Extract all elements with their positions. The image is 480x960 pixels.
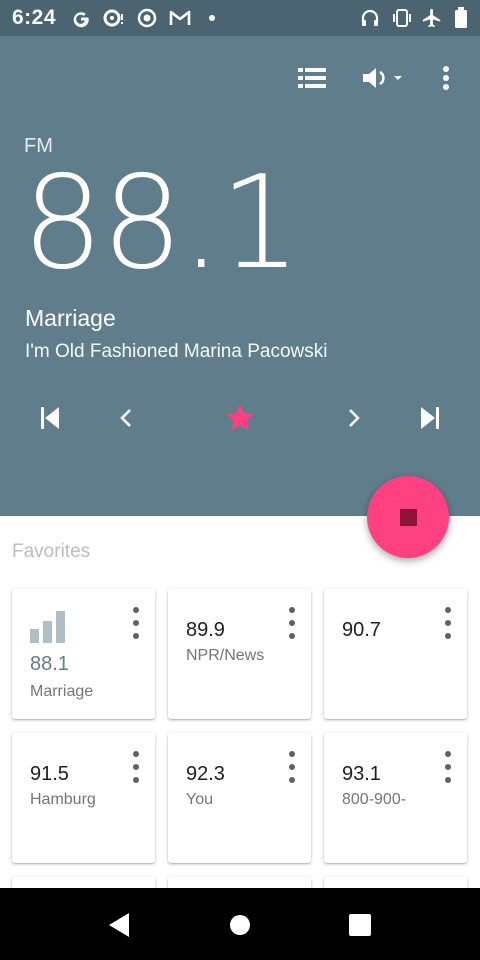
favorite-name: 800-900- — [342, 791, 407, 808]
favorite-card[interactable]: 89.9 NPR/News — [168, 589, 311, 719]
favorite-star-icon[interactable] — [218, 396, 262, 440]
navigation-bar — [0, 888, 480, 960]
current-frequency: 88.1 — [22, 149, 301, 298]
card-overflow-icon[interactable] — [287, 607, 297, 639]
now-playing-text: I'm Old Fashioned Marina Pacowski — [25, 341, 328, 362]
favorite-name: You — [186, 791, 213, 808]
favorite-frequency: 88.1 — [30, 653, 69, 675]
vibrate-icon — [390, 7, 414, 29]
stop-icon — [399, 508, 417, 526]
favorite-card[interactable]: 88.1 Marriage — [12, 589, 155, 719]
skip-previous-icon[interactable] — [28, 396, 72, 440]
favorite-card[interactable]: 92.3 You — [168, 733, 311, 863]
overflow-menu-icon[interactable] — [434, 62, 458, 94]
gmail-icon — [168, 7, 192, 29]
home-icon[interactable] — [223, 908, 257, 942]
camera-notification-icon — [103, 7, 125, 29]
target-icon — [136, 7, 158, 29]
favorites-title: Favorites — [12, 541, 91, 562]
speaker-output-icon[interactable] — [360, 62, 406, 94]
favorite-card[interactable]: 93.1 800-900- — [324, 733, 467, 863]
favorite-frequency: 90.7 — [342, 619, 381, 641]
favorite-frequency: 93.1 — [342, 763, 381, 785]
card-overflow-icon[interactable] — [131, 607, 141, 639]
card-overflow-icon[interactable] — [443, 607, 453, 639]
battery-icon — [453, 7, 469, 29]
dot-icon — [207, 7, 217, 29]
station-list-icon[interactable] — [296, 62, 328, 94]
now-playing-panel: FM 88.1 Marriage I'm Old Fashioned Marin… — [0, 36, 480, 516]
stop-button[interactable] — [367, 476, 449, 558]
favorite-frequency: 91.5 — [30, 763, 69, 785]
favorite-name: NPR/News — [186, 647, 265, 664]
favorite-frequency: 92.3 — [186, 763, 225, 785]
airplane-mode-icon — [421, 7, 443, 29]
skip-next-icon[interactable] — [408, 396, 452, 440]
favorite-name: Hamburg — [30, 791, 96, 808]
favorite-name: Marriage — [30, 683, 94, 700]
back-icon[interactable] — [102, 908, 136, 942]
card-overflow-icon[interactable] — [287, 751, 297, 783]
seek-forward-icon[interactable] — [332, 396, 376, 440]
favorite-card[interactable]: 91.5 Hamburg — [12, 733, 155, 863]
card-overflow-icon[interactable] — [131, 751, 141, 783]
card-overflow-icon[interactable] — [443, 751, 453, 783]
recents-icon[interactable] — [343, 908, 377, 942]
seek-back-icon[interactable] — [104, 396, 148, 440]
headphones-icon — [359, 7, 381, 29]
station-name: Marriage — [25, 305, 116, 331]
google-icon — [70, 7, 92, 29]
signal-strength-icon — [30, 611, 65, 643]
status-bar: 6:24 — [0, 0, 480, 36]
favorite-card[interactable]: 90.7 — [324, 589, 467, 719]
favorite-frequency: 89.9 — [186, 619, 225, 641]
status-time: 6:24 — [12, 6, 57, 29]
